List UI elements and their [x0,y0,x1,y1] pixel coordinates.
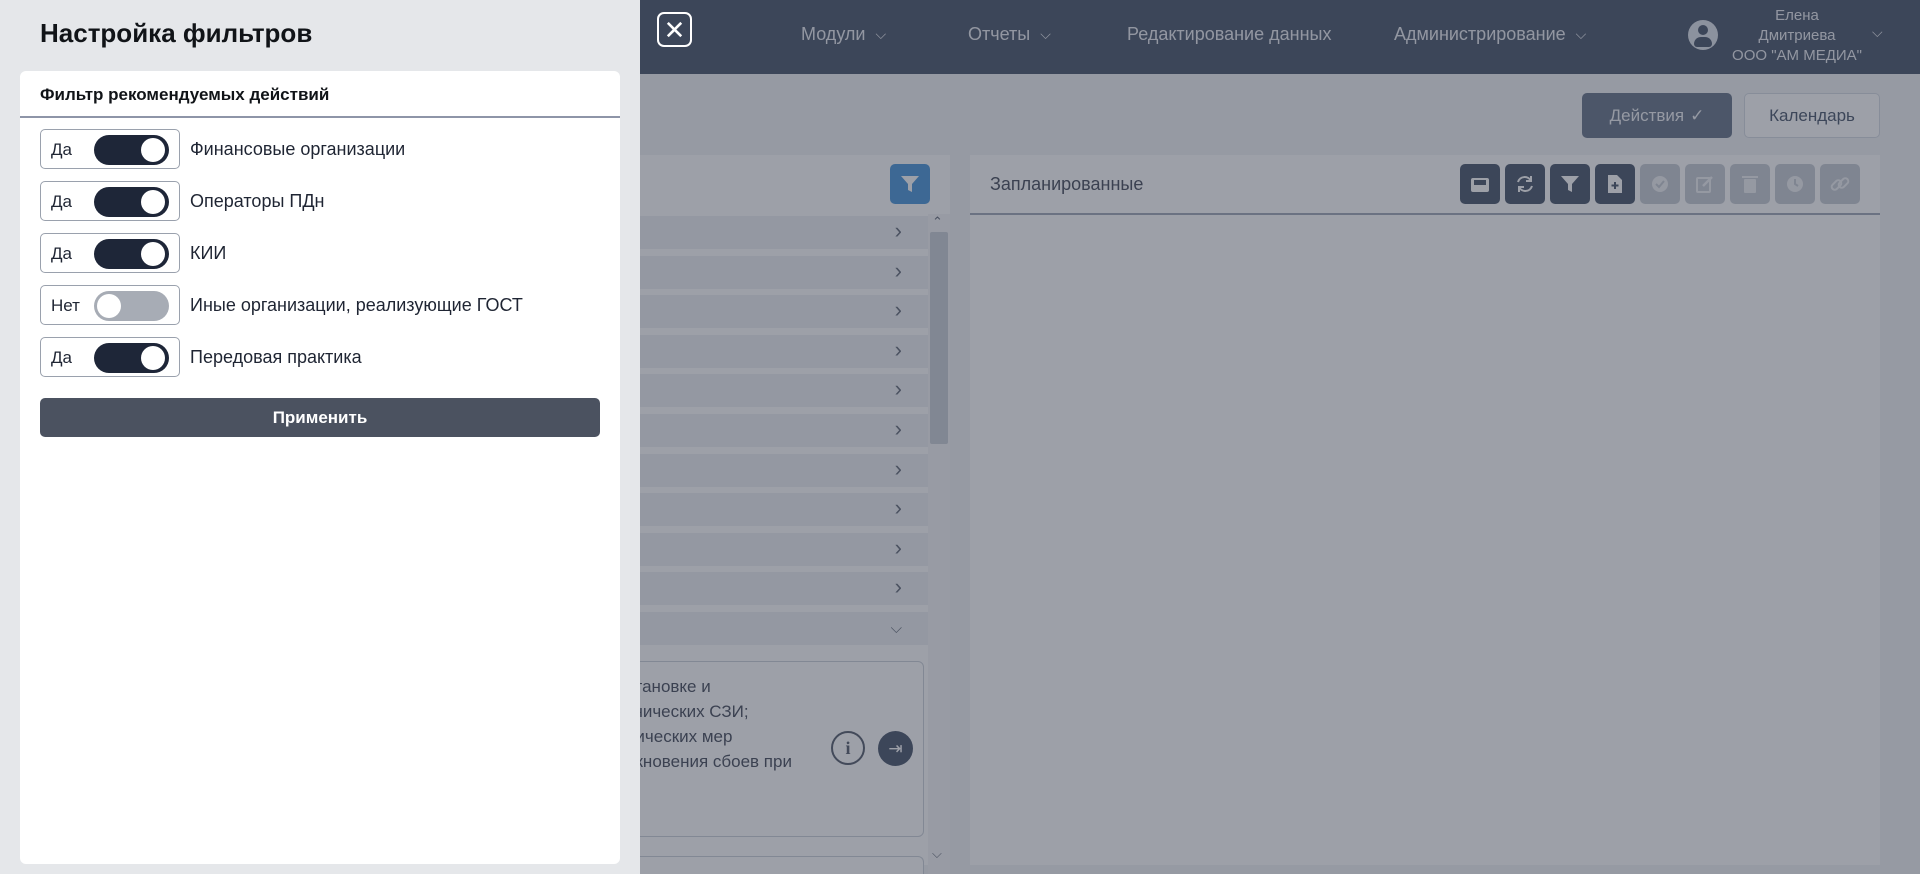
toggle-switch[interactable] [94,239,169,269]
filter-row-financial: Да Финансовые организации [40,129,600,169]
filter-row-best-practice: Да Передовая практика [40,337,600,377]
filter-label: Финансовые организации [190,139,406,159]
filter-label: Передовая практика [190,347,362,367]
toggle-pdn-operators[interactable]: Да [40,181,180,221]
toggle-best-practice[interactable]: Да [40,337,180,377]
toggle-knob [141,138,165,162]
toggle-state-text: Да [51,348,72,367]
toggle-knob [141,190,165,214]
toggle-kii[interactable]: Да [40,233,180,273]
toggle-state-text: Да [51,140,72,159]
toggle-switch[interactable] [94,135,169,165]
filter-label: КИИ [190,243,227,263]
toggle-financial[interactable]: Да [40,129,180,169]
apply-button-label: Применить [272,407,368,427]
toggle-knob [141,242,165,266]
toggle-gost[interactable]: Нет [40,285,180,325]
filter-settings-drawer: Настройка фильтров Фильтр рекомендуемых … [0,0,640,874]
close-icon: ✕ [663,14,686,45]
divider [20,116,620,118]
apply-button[interactable]: Применить [40,398,600,437]
filter-row-gost: Нет Иные организации, реализующие ГОСТ [40,285,600,325]
toggle-switch[interactable] [94,291,169,321]
toggle-switch[interactable] [94,343,169,373]
filter-row-kii: Да КИИ [40,233,600,273]
toggle-state-text: Да [51,192,72,211]
close-drawer-button[interactable]: ✕ [657,12,692,47]
toggle-state-text: Да [51,244,72,263]
drawer-title: Настройка фильтров [40,18,313,48]
toggle-state-text: Нет [51,296,80,315]
filter-section-title: Фильтр рекомендуемых действий [40,85,330,104]
toggle-knob [141,346,165,370]
filter-label: Иные организации, реализующие ГОСТ [190,295,523,315]
filter-row-pdn-operators: Да Операторы ПДн [40,181,600,221]
toggle-switch[interactable] [94,187,169,217]
filter-label: Операторы ПДн [190,191,325,211]
toggle-knob [97,294,121,318]
